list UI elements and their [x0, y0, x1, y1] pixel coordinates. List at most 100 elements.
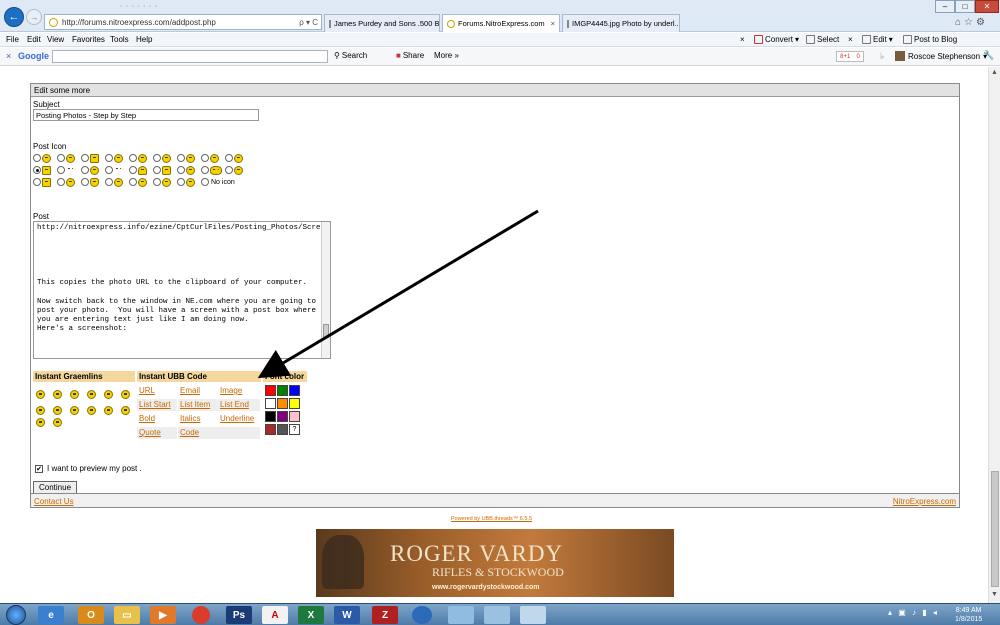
post-scroll-thumb[interactable] [323, 324, 329, 338]
frown-graemlin-icon[interactable] [36, 390, 45, 399]
notification-bell-icon[interactable]: ♭ [880, 51, 884, 62]
preview-option[interactable]: ✔ I want to preview my post . [35, 464, 142, 473]
post-icon-option[interactable] [177, 153, 201, 163]
page-scroll-thumb[interactable] [991, 471, 999, 587]
font-color-swatch[interactable] [265, 385, 276, 396]
more-button[interactable]: More » [434, 51, 459, 60]
post-to-blog-button[interactable]: Post to Blog [903, 35, 957, 44]
laugh-graemlin-icon[interactable] [104, 390, 113, 399]
post-icon-option[interactable] [57, 166, 81, 175]
menu-edit[interactable]: Edit [27, 35, 41, 44]
ubb-italics-button[interactable]: Italics [178, 413, 216, 425]
excel-icon[interactable]: X [298, 606, 324, 624]
start-button[interactable] [6, 605, 26, 625]
post-icon-option[interactable] [33, 165, 57, 175]
tab-purdey[interactable]: James Purdey and Sons .500 B... [324, 14, 440, 32]
post-icon-option[interactable] [225, 165, 249, 175]
maximize-button[interactable]: □ [955, 0, 975, 13]
post-scrollbar[interactable] [321, 222, 330, 358]
address-bar[interactable]: http://forums.nitroexpress.com/addpost.p… [44, 14, 322, 30]
post-icon-option[interactable] [129, 165, 153, 175]
ubb-list-start-button[interactable]: List Start [137, 399, 177, 411]
font-color-swatch[interactable] [289, 398, 300, 409]
post-icon-option[interactable] [177, 165, 201, 175]
menu-file[interactable]: File [6, 35, 19, 44]
post-icon-option[interactable] [33, 177, 57, 187]
font-color-swatch[interactable] [265, 398, 276, 409]
font-color-swatch[interactable] [277, 424, 288, 435]
post-icon-option[interactable] [201, 153, 225, 163]
select-button[interactable]: Select [806, 35, 839, 44]
internet-explorer-icon[interactable]: e [38, 606, 64, 624]
post-icon-option[interactable] [105, 153, 129, 163]
post-icon-option[interactable] [57, 153, 81, 163]
font-color-swatch[interactable] [277, 398, 288, 409]
preview-checkbox[interactable]: ✔ [35, 464, 43, 473]
ubb-list-item-button[interactable]: List Item [178, 399, 218, 411]
outlook-icon[interactable]: O [78, 606, 104, 624]
post-icon-option[interactable] [129, 177, 153, 187]
convert-button[interactable]: Convert ▾ [754, 35, 799, 44]
tab-nitroexpress[interactable]: Forums.NitroExpress.com × [442, 14, 560, 32]
grin-graemlin-icon[interactable] [87, 390, 96, 399]
sleepy-graemlin-icon[interactable] [121, 406, 130, 415]
edit-button[interactable]: Edit ▾ [862, 35, 893, 44]
tongue-graemlin-icon[interactable] [53, 406, 62, 415]
photoshop-icon[interactable]: Ps [226, 606, 252, 624]
media-player-icon[interactable]: ▶ [150, 606, 176, 624]
post-icon-option[interactable] [81, 177, 105, 187]
forward-button[interactable]: → [26, 9, 42, 25]
ubb-url-button[interactable]: URL [137, 385, 175, 397]
scroll-up-icon[interactable]: ▲ [991, 69, 998, 76]
home-icon[interactable]: ⌂ [955, 17, 964, 28]
site-home-link[interactable]: NitroExpress.com [893, 497, 956, 506]
post-icon-option[interactable] [105, 177, 129, 187]
cool-graemlin-icon[interactable] [70, 390, 79, 399]
close-toolbar-button[interactable]: × [740, 35, 745, 44]
font-color-swatch[interactable] [277, 411, 288, 422]
user-menu[interactable]: Roscoe Stephenson ▾ [895, 51, 987, 61]
smile-graemlin-icon[interactable] [53, 390, 62, 399]
ubb-code-button[interactable]: Code [178, 427, 218, 439]
post-icon-option[interactable] [225, 153, 249, 163]
sad-graemlin-icon[interactable] [36, 418, 45, 427]
chrome-icon[interactable] [192, 606, 210, 624]
filezilla-icon[interactable]: Z [372, 606, 398, 624]
browser-toolbar-icons[interactable]: ⌂☆⚙ [955, 17, 988, 28]
post-icon-option[interactable] [57, 177, 81, 187]
post-icon-option[interactable] [201, 165, 225, 175]
page-scrollbar[interactable]: ▲ ▼ [988, 67, 1000, 603]
post-textarea[interactable]: http://nitroexpress.info/ezine/CptCurlFi… [33, 221, 331, 359]
ubb-quote-button[interactable]: Quote [137, 427, 177, 439]
ubb-image-button[interactable]: Image [218, 385, 260, 397]
font-color-swatch[interactable] [265, 424, 276, 435]
file-explorer-icon[interactable]: ▭ [114, 606, 140, 624]
post-icon-option[interactable] [177, 177, 201, 187]
address-url[interactable]: http://forums.nitroexpress.com/addpost.p… [62, 18, 216, 27]
menu-view[interactable]: View [47, 35, 64, 44]
back-button[interactable]: ← [4, 7, 24, 27]
post-icon-option[interactable] [81, 153, 105, 163]
google-search-input[interactable] [52, 50, 328, 63]
address-controls[interactable]: ρ ▾ C [299, 18, 318, 27]
close-window-button[interactable]: ✕ [975, 0, 999, 13]
gear-icon[interactable]: ⚙ [976, 17, 988, 28]
shocked-graemlin-icon[interactable] [121, 390, 130, 399]
post-body-text[interactable]: http://nitroexpress.info/ezine/CptCurlFi… [34, 222, 330, 336]
tab-photo[interactable]: IMGP4445.jpg Photo by underl... [562, 14, 680, 32]
post-icon-option[interactable] [129, 153, 153, 163]
close-google-toolbar-icon[interactable]: × [6, 51, 11, 61]
font-color-swatch[interactable] [277, 385, 288, 396]
ubb-underline-button[interactable]: Underline [218, 413, 260, 425]
post-icon-option[interactable] [153, 177, 177, 187]
mad-graemlin-icon[interactable] [36, 406, 45, 415]
ubb-bold-button[interactable]: Bold [137, 413, 175, 425]
subject-input[interactable]: Posting Photos - Step by Step [33, 109, 259, 121]
contact-us-link[interactable]: Contact Us [34, 497, 74, 506]
post-icon-option[interactable] [33, 153, 57, 163]
close-toolbar-button[interactable]: × [848, 35, 853, 44]
minimize-button[interactable]: – [935, 0, 955, 13]
wrench-icon[interactable]: 🔧 [983, 50, 994, 61]
post-icon-option[interactable] [81, 165, 105, 175]
menu-favorites[interactable]: Favorites [72, 35, 105, 44]
